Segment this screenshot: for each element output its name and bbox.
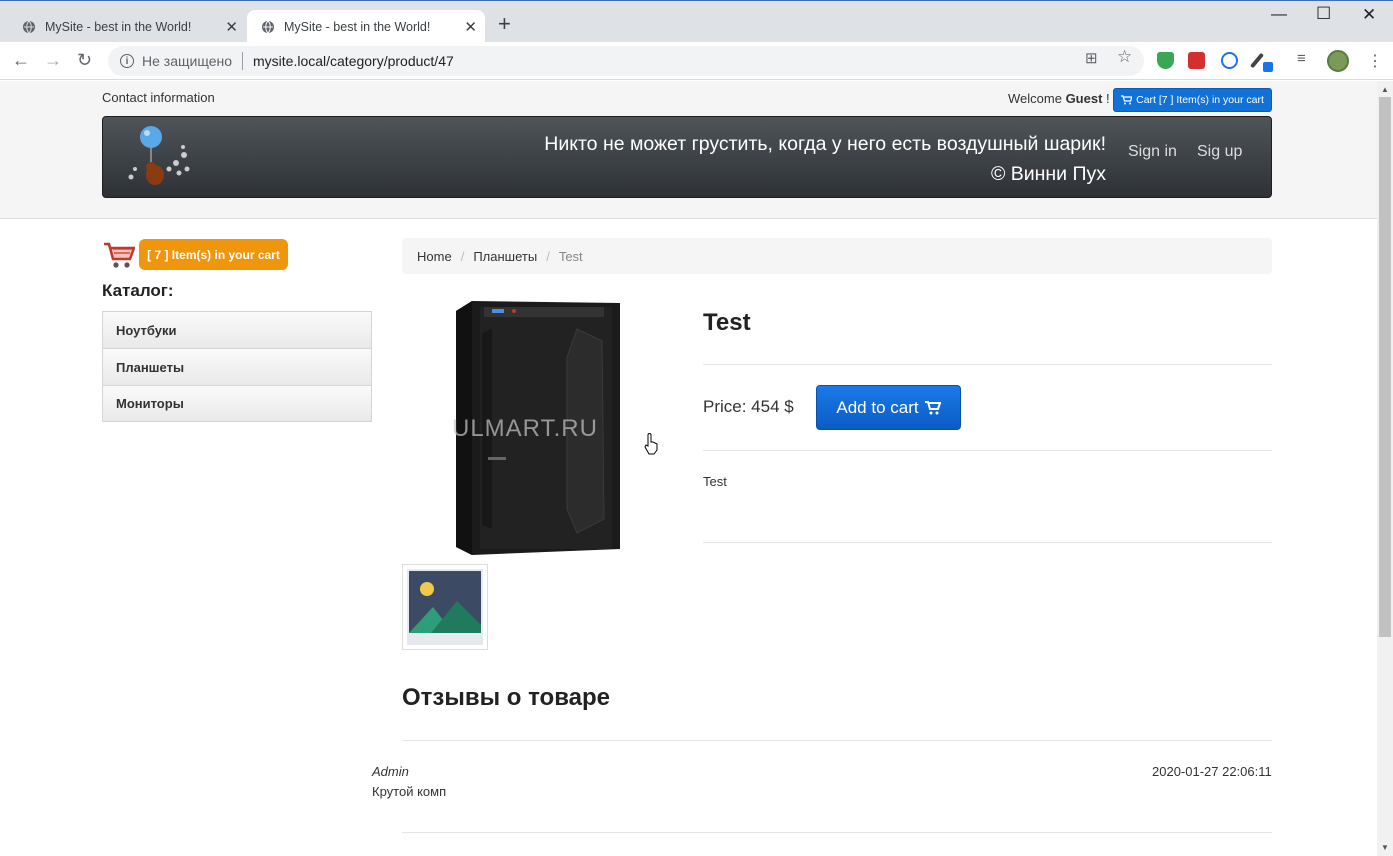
tab-title: MySite - best in the World! <box>45 20 192 34</box>
address-bar[interactable]: i Не защищено mysite.local/category/prod… <box>108 46 1144 76</box>
breadcrumb: Home / Планшеты / Test <box>402 238 1272 274</box>
bookmark-star-icon[interactable]: ☆ <box>1117 47 1132 67</box>
welcome-prefix: Welcome <box>1008 91 1066 106</box>
breadcrumb-separator: / <box>546 248 550 264</box>
divider <box>703 364 1272 365</box>
product-description: Test <box>703 474 727 489</box>
eyedropper-icon[interactable] <box>1250 52 1264 69</box>
watermark-text: ULMART.RU <box>452 415 598 442</box>
translate-icon[interactable]: ⊞ <box>1085 49 1098 67</box>
globe-icon <box>262 20 274 34</box>
maximize-icon[interactable]: ☐ <box>1316 4 1331 24</box>
product-title: Test <box>703 309 751 336</box>
minimize-icon[interactable]: — <box>1271 6 1287 24</box>
scroll-up-icon[interactable]: ▲ <box>1381 85 1389 94</box>
add-to-cart-label: Add to cart <box>836 397 919 417</box>
sign-in-link[interactable]: Sign in <box>1128 143 1177 161</box>
divider <box>703 542 1272 543</box>
welcome-suffix: ! <box>1102 91 1110 106</box>
cart-icon <box>924 400 941 414</box>
close-tab-icon[interactable]: ✕ <box>464 18 477 36</box>
divider <box>402 740 1272 741</box>
welcome-user: Guest <box>1065 91 1103 106</box>
red-extension-icon[interactable] <box>1188 52 1205 69</box>
category-item-tablets[interactable]: Планшеты <box>102 348 372 385</box>
banner-quote: Никто не может грустить, когда у него ес… <box>544 129 1106 189</box>
scroll-down-icon[interactable]: ▼ <box>1381 843 1389 852</box>
info-icon[interactable]: i <box>120 54 134 68</box>
quote-line-1: Никто не может грустить, когда у него ес… <box>544 133 1106 155</box>
globe-icon <box>23 20 35 34</box>
url-text[interactable]: mysite.local/category/product/47 <box>253 53 454 69</box>
browser-tab[interactable]: MySite - best in the World! ✕ <box>8 10 246 44</box>
badge-icon <box>1263 62 1273 72</box>
sidebar-cart-badge[interactable]: [ 7 ] Item(s) in your cart <box>139 239 288 270</box>
image-placeholder-icon <box>407 569 483 645</box>
web-page: Contact information Welcome Guest ! Cart… <box>0 81 1377 856</box>
page-scrollbar[interactable]: ▲ ▼ <box>1377 81 1393 856</box>
browser-tab-active[interactable]: MySite - best in the World! ✕ <box>247 10 485 44</box>
add-to-cart-button[interactable]: Add to cart <box>816 385 961 430</box>
header-cart-button[interactable]: Cart [7 ] Item(s) in your cart <box>1113 88 1272 112</box>
hero-banner: Никто не может грустить, когда у него ес… <box>102 116 1272 198</box>
breadcrumb-category[interactable]: Планшеты <box>473 249 537 264</box>
divider <box>242 52 243 70</box>
blue-extension-icon[interactable] <box>1221 52 1238 69</box>
site-header: Contact information Welcome Guest ! Cart… <box>0 81 1377 219</box>
close-tab-icon[interactable]: ✕ <box>225 18 238 36</box>
category-list: Ноутбуки Планшеты Мониторы <box>102 311 372 422</box>
breadcrumb-home[interactable]: Home <box>417 249 452 264</box>
catalog-title: Каталог: <box>102 281 174 300</box>
category-item-laptops[interactable]: Ноутбуки <box>102 311 372 348</box>
new-tab-icon[interactable]: + <box>498 13 511 35</box>
tab-title: MySite - best in the World! <box>284 20 431 34</box>
browser-toolbar: ← → ↻ i Не защищено mysite.local/categor… <box>0 42 1393 80</box>
security-label: Не защищено <box>142 53 232 69</box>
divider <box>703 450 1272 451</box>
shopping-cart-icon <box>104 242 135 268</box>
review-author: Admin <box>372 764 409 779</box>
header-cart-label: Cart [7 ] Item(s) in your cart <box>1136 94 1264 106</box>
sign-up-link[interactable]: Sig up <box>1197 143 1242 161</box>
review-date: 2020-01-27 22:06:11 <box>1152 764 1272 779</box>
playlist-icon[interactable]: ≡ <box>1297 50 1306 67</box>
menu-icon[interactable]: ⋮ <box>1367 51 1383 71</box>
divider <box>402 832 1272 833</box>
quote-line-2: © Винни Пух <box>990 163 1106 185</box>
review-text: Крутой комп <box>372 784 447 799</box>
profile-avatar[interactable] <box>1327 50 1349 72</box>
browser-tab-bar: MySite - best in the World! ✕ MySite - b… <box>0 0 1393 44</box>
breadcrumb-current: Test <box>558 248 583 264</box>
winnie-balloon-logo <box>128 126 190 185</box>
contact-link[interactable]: Contact information <box>102 90 215 105</box>
reviews-title: Отзывы о товаре <box>402 684 610 711</box>
window-close-icon[interactable]: ✕ <box>1362 5 1376 25</box>
back-icon[interactable]: ← <box>12 50 30 71</box>
product-price: Price: 454 $ <box>703 397 794 416</box>
welcome-text: Welcome Guest ! <box>1008 91 1110 106</box>
reload-icon[interactable]: ↻ <box>77 50 92 71</box>
product-thumbnail[interactable] <box>402 564 488 650</box>
cart-icon <box>1121 95 1133 105</box>
shield-extension-icon[interactable] <box>1157 52 1174 69</box>
forward-icon[interactable]: → <box>44 50 62 71</box>
hand-cursor-icon <box>644 433 658 455</box>
scrollbar-thumb[interactable] <box>1379 97 1391 637</box>
breadcrumb-separator: / <box>460 248 465 264</box>
category-item-monitors[interactable]: Мониторы <box>102 385 372 422</box>
